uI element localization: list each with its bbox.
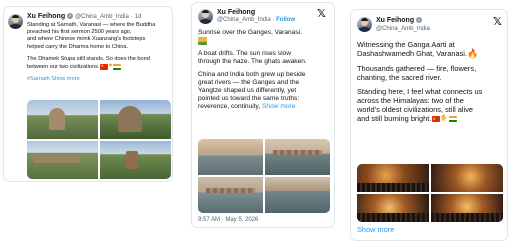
media-photo[interactable]: [27, 140, 98, 179]
media-grid[interactable]: [198, 139, 330, 213]
sunrise-icon: [198, 37, 207, 46]
x-logo-icon[interactable]: 𝕏: [493, 16, 502, 27]
tweet-line: great rivers — the Ganges and the: [198, 78, 300, 86]
fire-icon: 🔥: [466, 48, 479, 59]
tweet-line: between our two civilizations.: [27, 64, 100, 71]
tweet-line: Witnessing the Ganga Aarti at: [357, 40, 455, 49]
author-avatar[interactable]: [8, 14, 23, 29]
author-handle-row[interactable]: @China_Amb_India · Follow: [217, 17, 295, 23]
verified-badge-icon: ✓: [67, 13, 74, 20]
tweet-line: pointed us toward the same truths:: [198, 95, 300, 103]
verified-badge-icon: ✓: [416, 17, 423, 24]
tweet-line: across the Himalayas: two of the: [357, 95, 464, 105]
post-timestamp[interactable]: 9:57 AM · May 5, 2026: [198, 217, 258, 223]
tweet-line: world's oldest civilizations, still aliv…: [357, 104, 474, 114]
media-photo[interactable]: [431, 194, 503, 222]
tweet-line: Yangtze shaped us differently, yet: [198, 86, 297, 94]
hashtag-link[interactable]: #Sarnath: [27, 76, 50, 82]
author-name[interactable]: Xu Feihong: [376, 17, 414, 24]
flag-china-icon: [432, 114, 441, 123]
flag-china-icon: [100, 62, 109, 70]
tweet-line-with-flags: and still burning bright. ✋: [357, 114, 507, 124]
author-name-row[interactable]: Xu Feihong ✓ @China_Amb_India · 1d: [27, 13, 141, 20]
tweet-line: China and India both grew up beside: [198, 70, 306, 78]
media-grid[interactable]: [357, 164, 503, 222]
tweet-body: Sunrise over the Ganges, Varanasi. A boa…: [198, 29, 332, 112]
show-more-row: Show more: [357, 225, 394, 234]
tweet-line-last: reverence, continuity, Show more: [198, 103, 332, 111]
tweet-line: Dashashwamedh Ghat, Varanasi.: [357, 49, 467, 58]
author-handle[interactable]: @China_Amb_India: [376, 26, 430, 32]
author-avatar[interactable]: [357, 17, 372, 32]
separator-dot: ·: [130, 14, 133, 20]
post-time[interactable]: 1d: [135, 14, 142, 20]
author-handle[interactable]: @China_Amb_India: [217, 17, 271, 23]
author-name-row[interactable]: Xu Feihong ✓: [376, 17, 423, 24]
tweet-line: chanting, the sacred river.: [357, 72, 442, 82]
show-more-link[interactable]: Show more: [262, 103, 295, 110]
flag-india-icon: [448, 115, 457, 122]
tweet-line: A boat drifts. The sun rises slow: [198, 50, 291, 58]
author-name[interactable]: Xu Feihong: [217, 9, 255, 16]
folded-hands-icon: ✋: [440, 115, 448, 122]
sunrise-emoji-row: [198, 37, 332, 46]
tweet-line: helped carry the Dharma home to China.: [27, 43, 129, 50]
flag-india-icon: [113, 63, 122, 70]
media-photo[interactable]: [357, 194, 429, 222]
tweet-line: Sunrise over the Ganges, Varanasi.: [198, 29, 302, 36]
tweet-card-ganges-sunrise[interactable]: Xu Feihong @China_Amb_India · Follow 𝕏 S…: [191, 2, 335, 228]
media-photo[interactable]: [265, 139, 330, 175]
tweet-card-ganga-aarti[interactable]: Xu Feihong ✓ @China_Amb_India 𝕏 Witnessin…: [350, 9, 508, 241]
media-photo[interactable]: [100, 140, 171, 179]
media-photo[interactable]: [357, 164, 429, 192]
tweet-line: through the haze. The ghats awaken.: [198, 58, 307, 66]
author-name-row[interactable]: Xu Feihong: [217, 9, 255, 16]
tweet-line-with-fire: Dashashwamedh Ghat, Varanasi.🔥: [357, 49, 507, 59]
hashtag-row: #Sarnath Show more: [27, 76, 172, 83]
x-logo-icon[interactable]: 𝕏: [317, 8, 326, 19]
orange-heart-icon: ♥: [108, 63, 113, 70]
show-more-link[interactable]: Show more: [357, 225, 394, 234]
media-photo[interactable]: [265, 177, 330, 213]
media-photo[interactable]: [27, 100, 98, 139]
tweet-line: reverence, continuity,: [198, 103, 261, 111]
media-grid[interactable]: [27, 100, 171, 179]
tweet-line: Standing here, I feel what connects us: [357, 86, 483, 96]
author-handle[interactable]: @China_Amb_India: [75, 14, 129, 20]
show-more-link[interactable]: Show more: [51, 76, 79, 82]
author-avatar[interactable]: [198, 9, 213, 24]
media-photo[interactable]: [198, 139, 263, 175]
tweet-body: Standing at Sarnath, Varanasi — where th…: [27, 22, 172, 84]
tweet-line: and where Chinese monk Xuanzang's footst…: [27, 36, 146, 43]
tweet-line-with-flags: between our two civilizations. ♥: [27, 62, 172, 71]
tweet-line: preached his first sermon 2500 years ago…: [27, 29, 132, 36]
tweet-line: Thousands gathered — fire, flowers,: [357, 63, 477, 73]
author-name[interactable]: Xu Feihong: [27, 13, 65, 20]
media-photo[interactable]: [198, 177, 263, 213]
tweet-body: Witnessing the Ganga Aarti at Dashashwam…: [357, 40, 507, 123]
tweet-line: and still burning bright.: [357, 113, 432, 123]
media-photo[interactable]: [431, 164, 503, 192]
tweet-card-sarnath[interactable]: Xu Feihong ✓ @China_Amb_India · 1d Standi…: [3, 6, 173, 182]
tweet-line: Standing at Sarnath, Varanasi — where th…: [27, 22, 156, 28]
media-photo[interactable]: [100, 100, 171, 139]
follow-button[interactable]: Follow: [276, 17, 295, 23]
